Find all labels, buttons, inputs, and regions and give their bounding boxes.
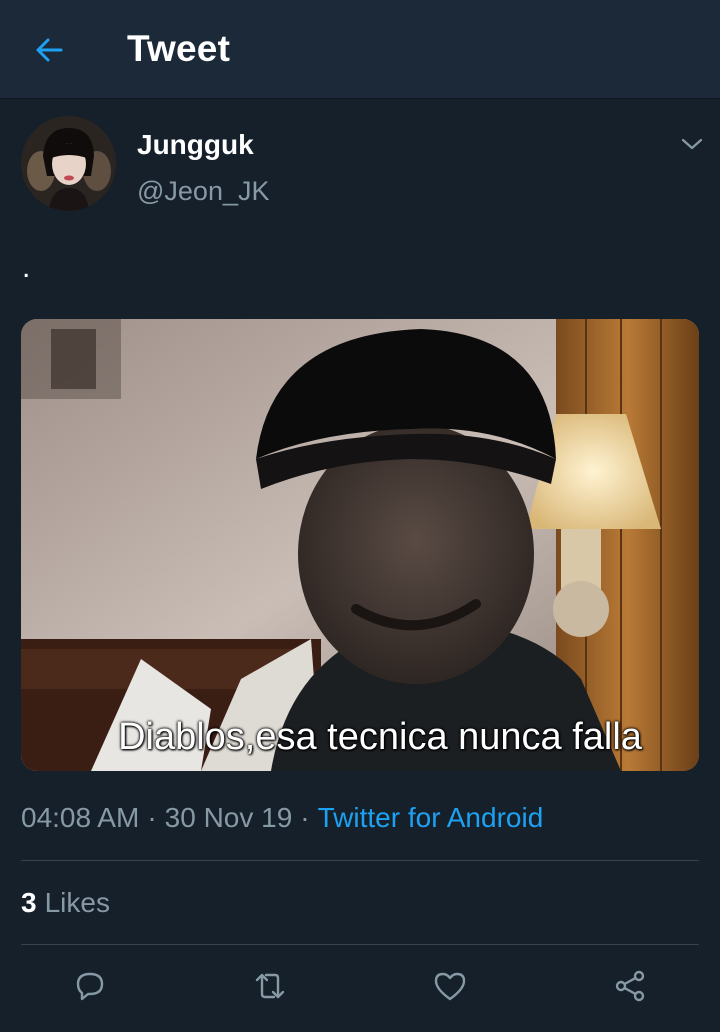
page-title: Tweet bbox=[127, 28, 231, 69]
media-caption: Diablos,esa tecnica nunca falla bbox=[118, 716, 642, 758]
share-icon bbox=[615, 970, 645, 1002]
likes-count: 3 bbox=[21, 887, 37, 918]
tweet-media-image[interactable]: Diablos,esa tecnica nunca falla bbox=[21, 319, 699, 771]
meta-separator: · bbox=[147, 802, 157, 833]
reply-icon bbox=[76, 972, 104, 1001]
tweet-action-bar bbox=[0, 960, 720, 1012]
tweet-detail-page: Tweet Jungguk @Jeon_JK . Diablos,esa tec… bbox=[0, 0, 720, 1032]
divider bbox=[21, 860, 699, 861]
meta-separator: · bbox=[300, 802, 310, 833]
author-handle[interactable]: @Jeon_JK bbox=[137, 176, 269, 207]
back-button[interactable] bbox=[24, 26, 74, 74]
tweet-text: . bbox=[22, 251, 31, 284]
retweet-icon bbox=[255, 973, 285, 999]
tweet-time: 04:08 AM bbox=[21, 802, 140, 833]
author-name[interactable]: Jungguk bbox=[137, 129, 254, 161]
top-app-bar: Tweet bbox=[0, 0, 720, 99]
share-button[interactable] bbox=[604, 960, 656, 1012]
reply-button[interactable] bbox=[64, 960, 116, 1012]
likes-label: Likes bbox=[44, 887, 110, 918]
like-icon bbox=[434, 972, 466, 1001]
tweet-timestamp-line: 04:08 AM · 30 Nov 19 · Twitter for Android bbox=[21, 802, 543, 834]
like-button[interactable] bbox=[424, 960, 476, 1012]
divider bbox=[21, 944, 699, 945]
arrow-left-icon bbox=[36, 38, 63, 62]
likes-stat[interactable]: 3 Likes bbox=[21, 887, 110, 919]
avatar[interactable] bbox=[21, 116, 116, 211]
tweet-date: 30 Nov 19 bbox=[164, 802, 293, 833]
retweet-button[interactable] bbox=[244, 960, 296, 1012]
tweet-options-button[interactable] bbox=[676, 128, 708, 160]
chevron-down-icon bbox=[681, 138, 703, 150]
tweet-client-link[interactable]: Twitter for Android bbox=[318, 802, 544, 833]
